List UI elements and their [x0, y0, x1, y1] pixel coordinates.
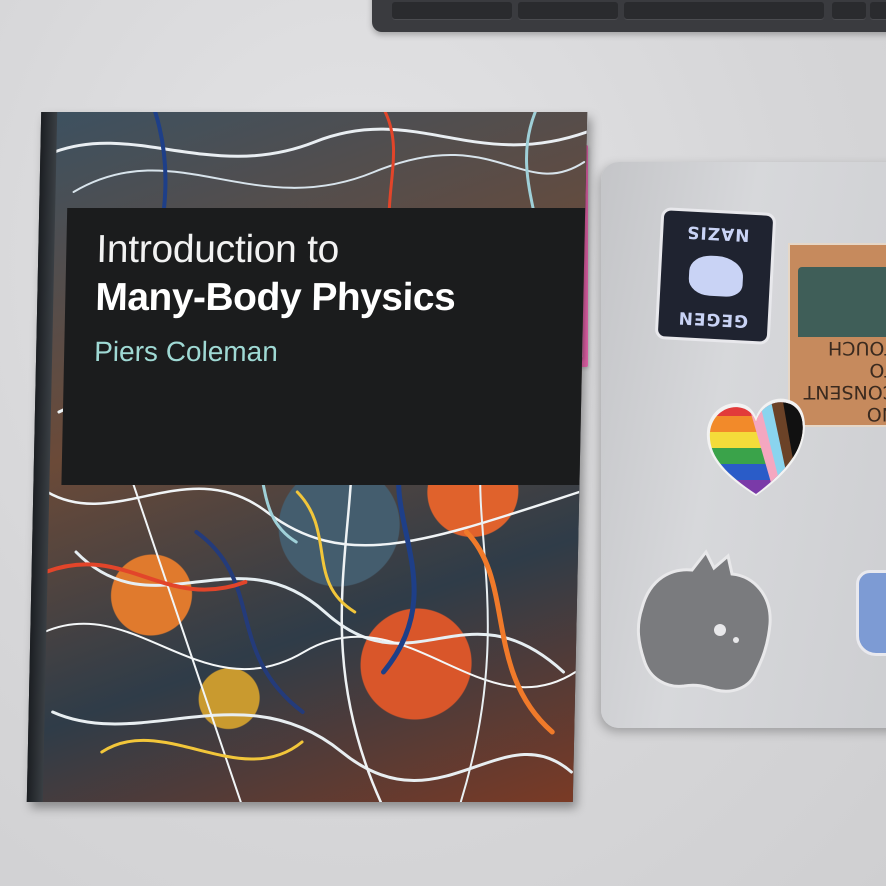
- book-cover: [40, 112, 588, 802]
- keyboard-key: [518, 2, 618, 20]
- book-author: Piers Coleman: [93, 336, 279, 367]
- keyboard: [372, 0, 886, 32]
- sticker-word-nazis: NAZIS: [685, 221, 750, 245]
- cat-silhouette-sticker: [636, 549, 772, 693]
- book-title-line1: Introduction to: [95, 228, 340, 271]
- keyboard-key: [870, 2, 886, 20]
- keyboard-key: [624, 2, 824, 20]
- keyboard-key: [832, 2, 866, 20]
- gegen-nazis-sticker: NAZIS GEGEN: [654, 207, 777, 345]
- book: Introduction to Many-Body Physics Piers …: [26, 112, 588, 802]
- book-title-line2: Many-Body Physics: [94, 276, 456, 319]
- blue-sticker: [856, 570, 886, 656]
- fist-icon: [687, 254, 744, 298]
- sticker-word-gegen: GEGEN: [677, 307, 749, 331]
- consent-sticker-graphic: [798, 267, 886, 337]
- consent-sticker-text: NO CONSENT TO TOUCH: [803, 337, 886, 425]
- pride-heart-sticker: [706, 398, 805, 496]
- keyboard-key: [392, 2, 512, 20]
